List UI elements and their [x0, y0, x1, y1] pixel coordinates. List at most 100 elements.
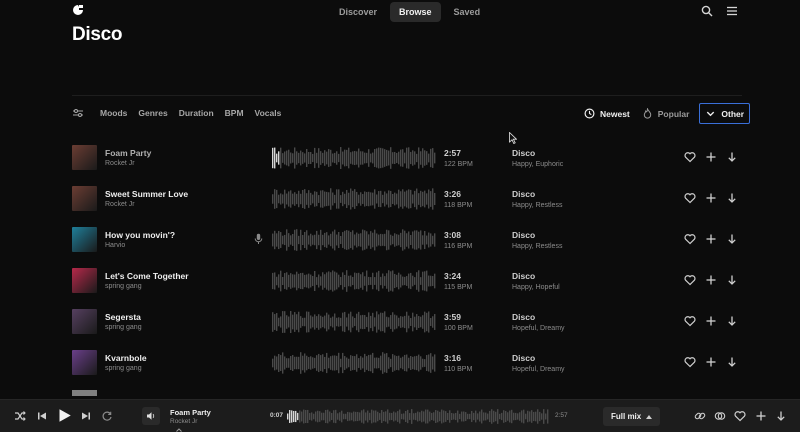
track-artwork[interactable] — [72, 309, 97, 334]
track-moods[interactable]: Happy, Hopeful — [512, 284, 560, 291]
track-row[interactable]: How you movin'? Harvio 3:08 116 BPM Disc… — [0, 220, 800, 261]
similar-icon[interactable] — [714, 410, 726, 422]
download-icon[interactable] — [726, 356, 738, 368]
repeat-icon[interactable] — [101, 410, 113, 422]
heart-icon[interactable] — [684, 315, 696, 327]
track-artist[interactable]: Rocket Jr — [105, 201, 135, 208]
sort-other-label: Other — [721, 108, 745, 119]
add-icon[interactable] — [755, 410, 767, 422]
track-moods[interactable]: Happy, Euphoric — [512, 161, 563, 168]
track-title[interactable]: How you movin'? — [105, 230, 175, 240]
track-row[interactable]: Foam Party Rocket Jr 2:57 122 BPM Disco … — [0, 138, 800, 179]
sort-other-dropdown[interactable]: Other — [699, 103, 751, 124]
track-moods[interactable]: Hopeful, Dreamy — [512, 325, 565, 332]
track-artwork[interactable] — [72, 186, 97, 211]
download-icon[interactable] — [726, 274, 738, 286]
download-icon[interactable] — [775, 410, 787, 422]
track-waveform[interactable] — [272, 351, 437, 375]
track-moods[interactable]: Happy, Restless — [512, 243, 562, 250]
track-artist[interactable]: spring gang — [105, 283, 142, 290]
download-icon[interactable] — [726, 151, 738, 163]
track-waveform[interactable] — [272, 310, 437, 334]
track-waveform[interactable] — [272, 269, 437, 293]
menu-icon[interactable] — [726, 5, 738, 17]
logo-icon[interactable] — [72, 4, 84, 16]
track-waveform[interactable] — [272, 187, 437, 211]
track-genre[interactable]: Disco — [512, 230, 535, 240]
track-row[interactable]: Segersta spring gang 3:59 100 BPM Disco … — [0, 302, 800, 343]
track-moods[interactable]: Happy, Restless — [512, 202, 562, 209]
player-waveform-scrubber[interactable] — [287, 408, 549, 425]
filter-moods[interactable]: Moods — [100, 108, 127, 118]
heart-icon[interactable] — [684, 192, 696, 204]
download-icon[interactable] — [726, 315, 738, 327]
track-artwork[interactable] — [72, 350, 97, 375]
track-artwork[interactable] — [72, 268, 97, 293]
track-artist[interactable]: spring gang — [105, 324, 142, 331]
chevron-down-icon — [707, 111, 715, 117]
track-genre[interactable]: Disco — [512, 271, 535, 281]
track-title[interactable]: Let's Come Together — [105, 271, 189, 281]
shuffle-icon[interactable] — [14, 410, 26, 422]
track-title[interactable]: Sweet Summer Love — [105, 189, 188, 199]
sort-popular-label: Popular — [657, 108, 690, 119]
tab-saved[interactable]: Saved — [445, 2, 490, 22]
download-icon[interactable] — [726, 233, 738, 245]
track-actions — [684, 151, 738, 163]
track-row[interactable]: Sweet Summer Love Rocket Jr 3:26 118 BPM… — [0, 179, 800, 220]
heart-icon[interactable] — [684, 274, 696, 286]
track-artwork[interactable] — [72, 227, 97, 252]
track-moods[interactable]: Hopeful, Dreamy — [512, 366, 565, 373]
tab-discover[interactable]: Discover — [330, 2, 386, 22]
track-title[interactable]: Segersta — [105, 312, 141, 322]
sort-popular-button[interactable]: Popular — [636, 104, 696, 123]
track-title[interactable]: Kvarnbole — [105, 353, 147, 363]
filter-bpm[interactable]: BPM — [225, 108, 244, 118]
filter-duration[interactable]: Duration — [179, 108, 214, 118]
track-artist[interactable]: Harvio — [105, 242, 125, 249]
heart-icon[interactable] — [684, 151, 696, 163]
track-artist[interactable]: spring gang — [105, 365, 142, 372]
now-playing-title[interactable]: Foam Party — [170, 408, 211, 417]
track-genre[interactable]: Disco — [512, 353, 535, 363]
track-row[interactable]: Let's Come Together spring gang 3:24 115… — [0, 261, 800, 302]
track-title[interactable]: Foam Party — [105, 148, 151, 158]
microphone-icon — [254, 233, 263, 244]
volume-button[interactable] — [142, 407, 160, 425]
add-icon[interactable] — [705, 274, 717, 286]
filter-settings-icon[interactable] — [72, 107, 84, 119]
filter-genres[interactable]: Genres — [138, 108, 167, 118]
track-bpm: 118 BPM — [444, 202, 473, 209]
sort-newest-button[interactable]: Newest — [578, 104, 636, 123]
filter-vocals[interactable]: Vocals — [255, 108, 282, 118]
add-icon[interactable] — [705, 356, 717, 368]
track-row[interactable]: Kvarnbole spring gang 3:16 110 BPM Disco… — [0, 343, 800, 384]
add-icon[interactable] — [705, 192, 717, 204]
track-genre[interactable]: Disco — [512, 189, 535, 199]
track-waveform[interactable] — [272, 228, 437, 252]
track-genre[interactable]: Disco — [512, 148, 535, 158]
now-playing-artist[interactable]: Rocket Jr — [170, 418, 197, 425]
link-icon[interactable] — [694, 410, 706, 422]
track-artwork[interactable] — [72, 145, 97, 170]
track-artist[interactable]: Rocket Jr — [105, 160, 135, 167]
expand-caret-icon[interactable] — [176, 428, 182, 432]
next-icon[interactable] — [80, 410, 92, 422]
add-icon[interactable] — [705, 233, 717, 245]
heart-icon[interactable] — [734, 410, 746, 422]
search-icon[interactable] — [701, 5, 713, 17]
track-bpm: 100 BPM — [444, 325, 473, 332]
mix-select-button[interactable]: Full mix — [603, 407, 661, 426]
heart-icon[interactable] — [684, 233, 696, 245]
sort-newest-label: Newest — [600, 108, 630, 119]
download-icon[interactable] — [726, 192, 738, 204]
heart-icon[interactable] — [684, 356, 696, 368]
play-icon[interactable] — [57, 408, 72, 423]
add-icon[interactable] — [705, 151, 717, 163]
track-genre[interactable]: Disco — [512, 312, 535, 322]
track-waveform[interactable] — [272, 146, 437, 170]
add-icon[interactable] — [705, 315, 717, 327]
track-actions — [684, 192, 738, 204]
tab-browse[interactable]: Browse — [390, 2, 441, 22]
previous-icon[interactable] — [36, 410, 48, 422]
